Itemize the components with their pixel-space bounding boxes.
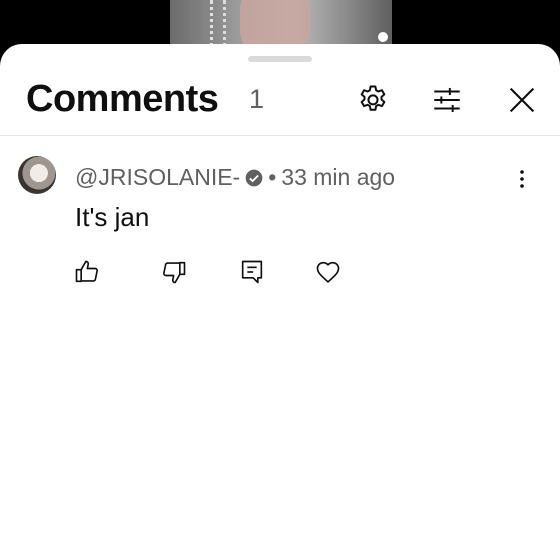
comment-timestamp[interactable]: 33 min ago [281, 164, 395, 191]
comment-meta: @JRISOLANIE- • 33 min ago [75, 164, 395, 191]
comment-item: @JRISOLANIE- • 33 min ago It's jan [0, 152, 560, 292]
comments-sheet: Comments 1 @JRISOLANIE- • 33 min ago It'… [0, 44, 560, 560]
comment-actions [0, 252, 560, 292]
dislike-button[interactable] [154, 252, 194, 292]
verified-icon [244, 168, 264, 188]
thumb-down-icon [163, 261, 186, 284]
comment-author[interactable]: @JRISOLANIE- [75, 164, 240, 191]
filter-button[interactable] [427, 80, 467, 120]
more-vertical-icon [520, 170, 524, 188]
comment-more-button[interactable] [510, 162, 534, 196]
meta-separator: • [268, 164, 277, 190]
reply-button[interactable] [232, 252, 272, 292]
drag-handle[interactable] [248, 56, 312, 62]
filter-sliders-icon [434, 87, 460, 113]
comments-header: Comments 1 [0, 66, 560, 136]
close-icon [509, 87, 535, 113]
thumb-up-icon [75, 260, 98, 283]
close-button[interactable] [502, 80, 542, 120]
video-overlay-icon [378, 32, 388, 42]
reply-icon [241, 260, 263, 284]
comments-count: 1 [249, 84, 265, 114]
settings-button[interactable] [353, 80, 393, 120]
heart-button[interactable] [308, 252, 348, 292]
comments-title: Comments [26, 78, 219, 120]
gear-icon [360, 85, 386, 111]
like-button[interactable] [67, 252, 107, 292]
comment-text: It's jan [75, 202, 150, 232]
heart-icon [316, 261, 340, 283]
avatar[interactable] [18, 156, 56, 194]
